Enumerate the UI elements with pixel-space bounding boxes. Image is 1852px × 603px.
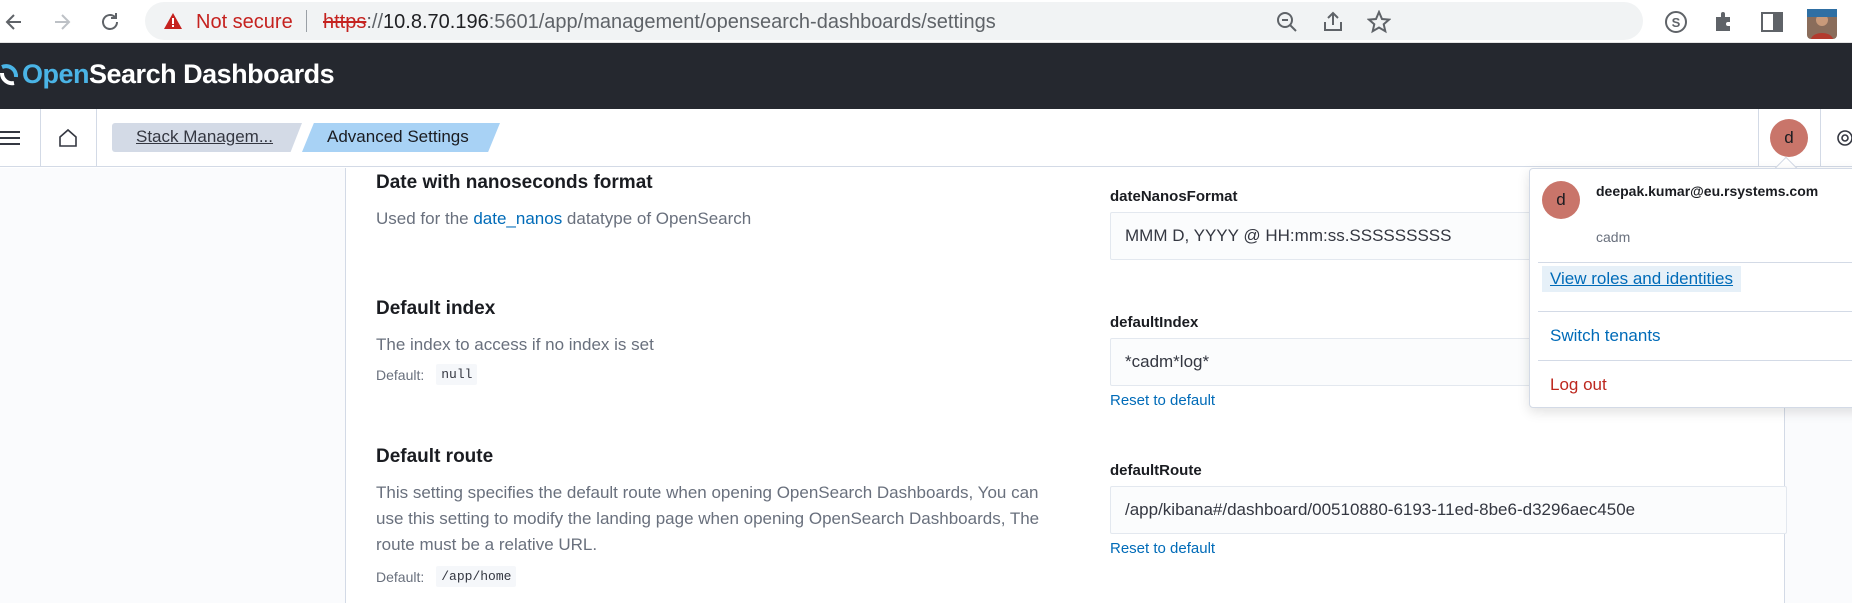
divider [1538,262,1852,263]
zoom-icon[interactable] [1275,10,1299,34]
default-label: Default: [376,366,425,383]
reload-icon[interactable] [96,8,124,36]
opensearch-logo[interactable]: OpenSearch Dashboards [0,59,335,90]
setting-description: Used for the date_nanos datatype of Open… [376,206,1056,232]
field-label: dateNanosFormat [1110,188,1238,205]
desc-text: datatype of OpenSearch [562,209,752,228]
user-menu-popover: d deepak.kumar@eu.rsystems.com cadm View… [1529,168,1852,408]
address-bar[interactable]: Not secure https://10.8.70.196:5601/app/… [145,2,1643,40]
switch-tenants-link[interactable]: Switch tenants [1550,326,1661,346]
default-route-input[interactable]: /app/kibana#/dashboard/00510880-6193-11e… [1110,486,1787,534]
divider [1538,311,1852,312]
forward-icon[interactable] [48,8,76,36]
skype-extension-icon[interactable]: S [1663,9,1689,35]
side-panel-icon[interactable] [1759,9,1785,35]
profile-picture-icon[interactable] [1807,9,1837,39]
user-tenant: cadm [1596,229,1631,245]
divider [1758,109,1759,167]
browser-toolbar: Not secure https://10.8.70.196:5601/app/… [0,0,1852,43]
url-protocol: https [323,11,367,33]
default-label: Default: [376,568,425,585]
extensions-puzzle-icon[interactable] [1711,9,1737,35]
url-text[interactable]: https://10.8.70.196:5601/app/management/… [323,11,996,34]
setting-title: Date with nanoseconds format [376,172,653,193]
divider [40,109,41,167]
setting-title: Default route [376,446,494,467]
security-label[interactable]: Not secure [196,11,293,34]
setting-title: Default index [376,298,496,319]
default-value: /app/home [436,566,517,587]
share-icon[interactable] [1321,10,1345,34]
breadcrumb-label: Stack Managem... [136,127,274,146]
app-header: OpenSearch Dashboards [0,43,1852,109]
divider [1538,360,1852,361]
setting-default: Default: /app/home [376,566,517,587]
field-label: defaultIndex [1110,314,1199,331]
menu-hamburger-icon[interactable] [0,128,22,153]
reset-to-default-link[interactable]: Reset to default [1110,392,1215,409]
url-host: 10.8.70.196 [383,11,489,33]
reset-to-default-link[interactable]: Reset to default [1110,540,1215,557]
home-icon[interactable] [57,127,79,154]
logo-text-open: Open [22,59,90,89]
user-email: deepak.kumar@eu.rsystems.com [1596,183,1819,199]
opensearch-mark-icon [0,63,18,85]
breadcrumb-advanced-settings: Advanced Settings [302,123,500,152]
logout-link[interactable]: Log out [1550,375,1607,395]
breadcrumb-stack-management[interactable]: Stack Managem... [112,123,302,152]
setting-description: This setting specifies the default route… [376,483,1040,554]
warning-icon[interactable] [163,12,183,35]
logo-text-rest: Search Dashboards [89,59,335,89]
view-roles-link[interactable]: View roles and identities [1542,266,1742,292]
user-avatar-button[interactable]: d [1770,119,1808,157]
url-separator: :// [366,11,384,33]
url-path: :5601/app/management/opensearch-dashboar… [488,11,996,33]
date-nanos-link[interactable]: date_nanos [473,209,562,228]
back-icon[interactable] [0,8,28,36]
divider [96,109,97,167]
help-icon[interactable] [1836,129,1852,152]
bookmark-star-icon[interactable] [1366,9,1392,34]
setting-description: The index to access if no index is set [376,335,654,354]
breadcrumb-bar: Stack Managem... Advanced Settings d [0,109,1852,167]
popover-avatar: d [1542,181,1580,219]
divider [1820,109,1821,167]
breadcrumb-label: Advanced Settings [327,127,469,146]
setting-default: Default: null [376,364,478,385]
desc-text: Used for the [376,209,474,228]
default-value: null [436,364,478,385]
svg-text:S: S [1672,15,1681,30]
field-label: defaultRoute [1110,462,1202,479]
address-divider [306,10,307,32]
